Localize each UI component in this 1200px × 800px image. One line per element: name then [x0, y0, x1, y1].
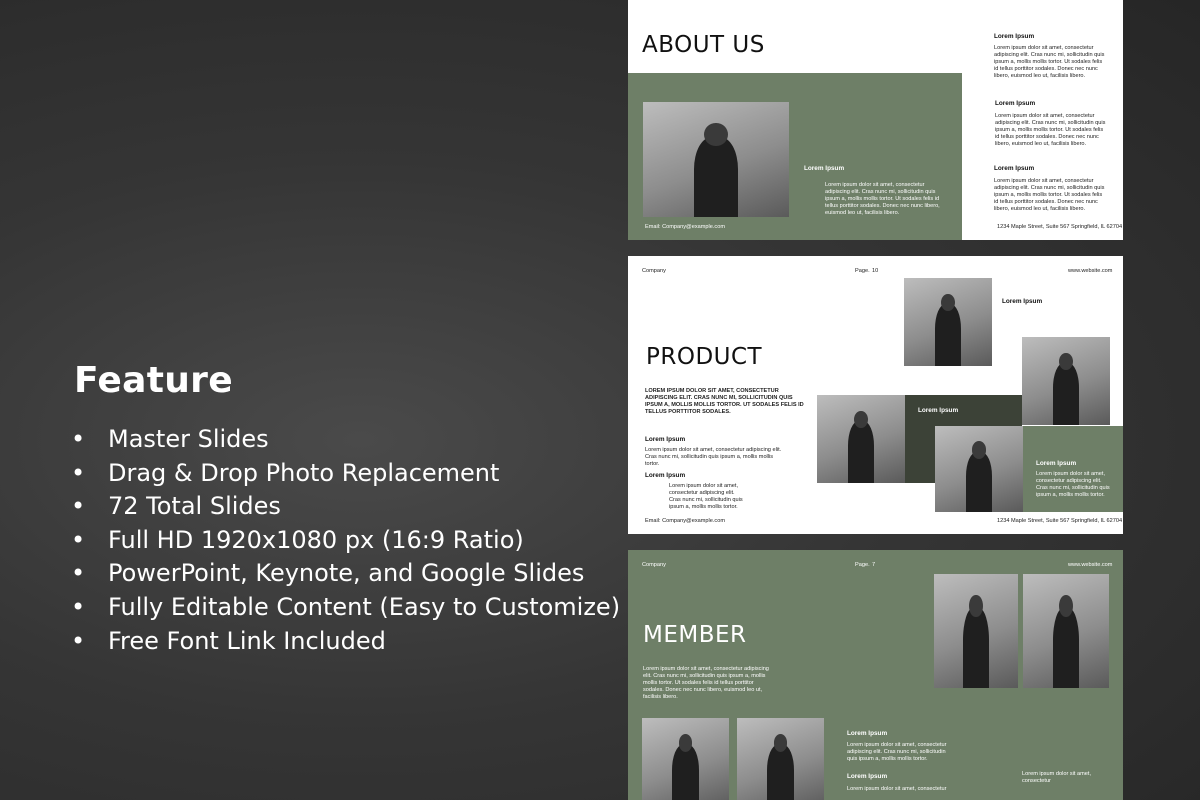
green-panel [1023, 426, 1123, 512]
panel-heading: Lorem Ipsum [1036, 460, 1077, 467]
block-heading: Lorem Ipsum [994, 33, 1035, 40]
page-number: 10 [872, 268, 879, 274]
page-number: 7 [872, 562, 876, 568]
feature-item: Master Slides [71, 423, 620, 457]
feature-item: 72 Total Slides [71, 490, 620, 524]
feature-list: Master Slides Drag & Drop Photo Replacem… [71, 423, 620, 659]
block-text: Lorem ipsum dolor sit amet, consectetur … [847, 742, 947, 762]
slide-title: MEMBER [643, 622, 747, 648]
feature-item: Drag & Drop Photo Replacement [71, 457, 620, 491]
block-text: Lorem ipsum dolor sit amet, consectetur [847, 786, 947, 792]
slide-about-us: ABOUT US Lorem Ipsum Lorem ipsum dolor s… [628, 0, 1123, 240]
feature-title: Feature [74, 360, 233, 401]
block-text: Lorem ipsum dolor sit amet, consectetur … [645, 447, 782, 467]
intro-text: LOREM IPSUM DOLOR SIT AMET, CONSECTETUR … [645, 388, 804, 415]
panel-label: Lorem Ipsum [918, 407, 959, 414]
block-heading: Lorem Ipsum [847, 730, 888, 737]
feature-item: Free Font Link Included [71, 625, 620, 659]
email-text: Email: Company@example.com [645, 518, 725, 524]
block-text: Lorem ipsum dolor sit amet, consectetur … [994, 178, 1105, 212]
block-heading: Lorem Ipsum [645, 472, 686, 479]
address-text: 1234 Maple Street, Suite 567 Springfield… [997, 224, 1123, 230]
block-heading: Lorem Ipsum [994, 165, 1035, 172]
product-photo [904, 278, 992, 366]
slide-member: Company Page. 7 www.website.com MEMBER L… [628, 550, 1123, 800]
block-text: Lorem ipsum dolor sit amet, consectetur [1022, 771, 1092, 784]
panel-text: Lorem ipsum dolor sit amet, consectetur … [825, 182, 940, 216]
block-text: Lorem ipsum dolor sit amet, consectetur … [994, 45, 1105, 79]
feature-item: PowerPoint, Keynote, and Google Slides [71, 557, 620, 591]
panel-text: Lorem ipsum dolor sit amet, consectetur … [1036, 471, 1110, 498]
address-text: 1234 Maple Street, Suite 567 Springfield… [997, 518, 1123, 524]
website-label: www.website.com [1068, 562, 1113, 568]
slide-product: Company Page. 10 www.website.com PRODUCT… [628, 256, 1123, 534]
panel-heading: Lorem Ipsum [804, 165, 845, 172]
block-heading: Lorem Ipsum [847, 773, 888, 780]
slide-title: ABOUT US [642, 32, 765, 58]
portrait-photo [643, 102, 789, 217]
member-photo [737, 718, 824, 800]
product-photo [935, 426, 1023, 512]
feature-panel: Feature Master Slides Drag & Drop Photo … [71, 360, 620, 659]
block-heading: Lorem Ipsum [995, 100, 1036, 107]
block-text: Lorem ipsum dolor sit amet, consectetur … [995, 113, 1106, 147]
company-label: Company [642, 562, 666, 568]
product-photo [1022, 337, 1110, 425]
product-photo [817, 395, 905, 483]
member-photo [934, 574, 1018, 688]
page-label: Page. [855, 562, 870, 568]
feature-item: Fully Editable Content (Easy to Customiz… [71, 591, 620, 625]
intro-text: Lorem ipsum dolor sit amet, consectetur … [643, 666, 769, 700]
feature-item: Full HD 1920x1080 px (16:9 Ratio) [71, 524, 620, 558]
member-photo [1023, 574, 1109, 688]
website-label: www.website.com [1068, 268, 1113, 274]
block-text: Lorem ipsum dolor sit amet, consectetur … [669, 483, 743, 510]
block-heading: Lorem Ipsum [645, 436, 686, 443]
photo-label: Lorem Ipsum [1002, 298, 1043, 305]
page-label: Page. [855, 268, 870, 274]
email-text: Email: Company@example.com [645, 224, 725, 230]
member-photo [642, 718, 729, 800]
slide-title: PRODUCT [646, 344, 763, 370]
company-label: Company [642, 268, 666, 274]
